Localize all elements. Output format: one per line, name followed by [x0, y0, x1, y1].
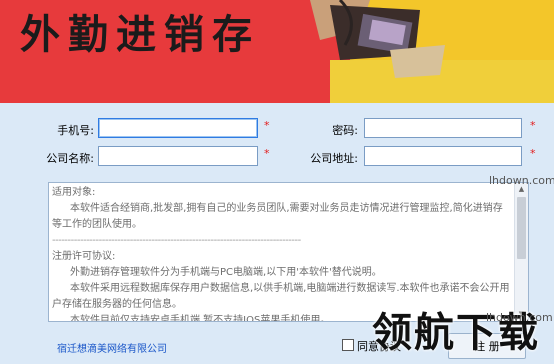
password-input[interactable] [364, 118, 522, 138]
agreement-heading-license: 注册许可协议: [52, 251, 116, 262]
company-required-mark: * [264, 147, 270, 160]
header-banner: 外勤进销存 [0, 0, 554, 103]
agreement-heading-usage: 适用对象: [52, 187, 96, 198]
company-input[interactable] [98, 146, 258, 166]
phone-required-mark: * [264, 119, 270, 132]
watermark-url: lhdown.com [486, 311, 553, 324]
scrollbar-thumb[interactable] [517, 197, 526, 259]
agreement-paragraph-usage: 本软件适合经销商,批发部,拥有自己的业务员团队,需要对业务员走访情况进行管理监控… [52, 203, 503, 230]
app-title: 外勤进销存 [20, 12, 260, 58]
company-link[interactable]: 宿迁想滴美网络有限公司 [57, 340, 167, 355]
watermark-url-top: lhdown.com [489, 174, 554, 187]
agreement-paragraph-license-1: 外勤进销存管理软件分为手机端与PC电脑端,以下用'本软件'替代说明。 [70, 267, 382, 278]
agree-checkbox[interactable] [342, 339, 354, 351]
address-input[interactable] [364, 146, 522, 166]
company-label: 公司名称: [46, 152, 94, 165]
watermark-logo-text: 领航下载 [372, 310, 540, 356]
address-label: 公司地址: [310, 152, 358, 165]
hand-holding-phone-image [310, 0, 445, 78]
agreement-divider: ----------------------------------------… [52, 235, 301, 246]
phone-input[interactable] [98, 118, 258, 138]
address-required-mark: * [530, 147, 536, 160]
password-required-mark: * [530, 119, 536, 132]
phone-label: 手机号: [57, 124, 94, 137]
password-label: 密码: [332, 124, 358, 137]
